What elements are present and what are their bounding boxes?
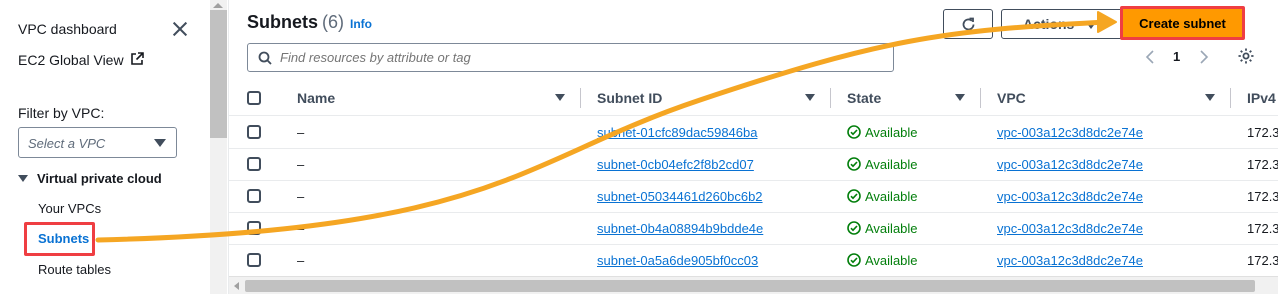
cell-ipv4: 172.3: [1247, 157, 1278, 172]
chevron-left-icon[interactable]: [1144, 49, 1156, 65]
state-label: Available: [865, 125, 918, 140]
cell-state: Available: [847, 125, 918, 140]
close-icon[interactable]: [172, 21, 188, 37]
main-panel: Subnets(6) Info Actions Create subnet 1 …: [228, 0, 1278, 294]
cell-state: Available: [847, 157, 918, 172]
cell-name: –: [297, 221, 305, 236]
vpc-select-placeholder: Select a VPC: [28, 136, 106, 151]
column-header-subnet-id[interactable]: Subnet ID: [597, 90, 662, 106]
column-header-ipv4[interactable]: IPv4: [1247, 90, 1276, 106]
sort-caret-icon[interactable]: [955, 94, 965, 101]
scroll-up-arrow-icon[interactable]: [213, 3, 223, 8]
check-circle-icon: [847, 157, 861, 171]
chevron-right-icon[interactable]: [1198, 49, 1210, 65]
horizontal-scrollbar[interactable]: [229, 276, 1278, 294]
caret-down-icon: [1085, 21, 1097, 29]
table-row[interactable]: – subnet-0b4a08894b9bdde4e Available vpc-00…: [229, 213, 1278, 245]
cell-subnet-id-link[interactable]: subnet-0a5a6de905bf0cc03: [597, 253, 758, 268]
ec2-global-view-link[interactable]: EC2 Global View: [18, 52, 144, 68]
sort-caret-icon[interactable]: [805, 94, 815, 101]
cell-subnet-id-link[interactable]: subnet-05034461d260bc6b2: [597, 189, 763, 204]
current-page-number[interactable]: 1: [1173, 49, 1180, 64]
cell-vpc-link[interactable]: vpc-003a12c3d8dc2e74e: [997, 157, 1143, 172]
sidebar-item-your-vpcs[interactable]: Your VPCs: [38, 201, 101, 216]
cell-name: –: [297, 157, 305, 172]
row-checkbox[interactable]: [247, 253, 261, 267]
vpc-select[interactable]: Select a VPC: [18, 127, 177, 158]
info-link[interactable]: Info: [350, 17, 372, 31]
cell-ipv4: 172.3: [1247, 253, 1278, 268]
subnet-count: (6): [322, 12, 345, 32]
virtual-private-cloud-section[interactable]: Virtual private cloud: [37, 171, 162, 186]
sidebar: VPC dashboard EC2 Global View Filter by …: [0, 0, 210, 294]
cell-name: –: [297, 189, 305, 204]
gear-icon[interactable]: [1237, 47, 1255, 65]
check-circle-icon: [847, 189, 861, 203]
column-header-name[interactable]: Name: [297, 90, 335, 106]
sort-caret-icon[interactable]: [555, 94, 565, 101]
column-divider[interactable]: [980, 88, 981, 108]
search-input[interactable]: [280, 44, 880, 71]
check-circle-icon: [847, 253, 861, 267]
table-row[interactable]: – subnet-0a5a6de905bf0cc03 Available vpc-00…: [229, 245, 1278, 277]
table-row[interactable]: – subnet-0cb04efc2f8b2cd07 Available vpc-00…: [229, 149, 1278, 181]
create-subnet-button[interactable]: Create subnet: [1120, 6, 1245, 40]
cell-ipv4: 172.3: [1247, 221, 1278, 236]
refresh-icon: [962, 17, 975, 31]
column-header-state[interactable]: State: [847, 90, 881, 106]
check-circle-icon: [847, 125, 861, 139]
sidebar-item-route-tables[interactable]: Route tables: [38, 262, 111, 277]
table-row[interactable]: – subnet-01cfc89dac59846ba Available vpc-00…: [229, 117, 1278, 149]
caret-down-icon[interactable]: [18, 175, 28, 182]
cell-vpc-link[interactable]: vpc-003a12c3d8dc2e74e: [997, 125, 1143, 140]
ec2-global-view-label: EC2 Global View: [18, 52, 124, 68]
cell-state: Available: [847, 189, 918, 204]
row-checkbox[interactable]: [247, 189, 261, 203]
refresh-button[interactable]: [943, 9, 993, 39]
cell-subnet-id-link[interactable]: subnet-01cfc89dac59846ba: [597, 125, 757, 140]
page-title: Subnets (6): [247, 12, 344, 33]
search-icon: [258, 51, 272, 65]
cell-ipv4: 172.3: [1247, 189, 1278, 204]
column-divider[interactable]: [830, 88, 831, 108]
row-checkbox[interactable]: [247, 221, 261, 235]
table-header: Name Subnet ID State VPC IPv4: [229, 80, 1278, 116]
cell-state: Available: [847, 221, 918, 236]
column-divider[interactable]: [1230, 88, 1231, 108]
select-all-checkbox[interactable]: [247, 91, 261, 105]
check-circle-icon: [847, 221, 861, 235]
search-bar[interactable]: [247, 43, 894, 72]
subnets-highlight-box: [24, 222, 95, 256]
sidebar-scrollbar-thumb[interactable]: [210, 10, 227, 138]
cell-state: Available: [847, 253, 918, 268]
cell-name: –: [297, 253, 305, 268]
actions-label: Actions: [1023, 16, 1075, 32]
state-label: Available: [865, 221, 918, 236]
state-label: Available: [865, 253, 918, 268]
cell-subnet-id-link[interactable]: subnet-0cb04efc2f8b2cd07: [597, 157, 754, 172]
caret-down-icon: [154, 139, 166, 147]
page-title-text: Subnets: [247, 12, 319, 32]
create-subnet-label: Create subnet: [1139, 16, 1226, 31]
cell-name: –: [297, 125, 305, 140]
column-header-vpc[interactable]: VPC: [997, 90, 1026, 106]
cell-vpc-link[interactable]: vpc-003a12c3d8dc2e74e: [997, 189, 1143, 204]
cell-vpc-link[interactable]: vpc-003a12c3d8dc2e74e: [997, 253, 1143, 268]
scroll-left-arrow-icon[interactable]: [233, 282, 241, 290]
state-label: Available: [865, 157, 918, 172]
row-checkbox[interactable]: [247, 157, 261, 171]
column-divider[interactable]: [580, 88, 581, 108]
external-link-icon: [130, 52, 144, 65]
cell-subnet-id-link[interactable]: subnet-0b4a08894b9bdde4e: [597, 221, 763, 236]
sort-caret-icon[interactable]: [1205, 94, 1215, 101]
filter-by-vpc-label: Filter by VPC:: [18, 105, 105, 121]
cell-vpc-link[interactable]: vpc-003a12c3d8dc2e74e: [997, 221, 1143, 236]
row-checkbox[interactable]: [247, 125, 261, 139]
vpc-dashboard-link[interactable]: VPC dashboard: [18, 21, 117, 37]
state-label: Available: [865, 189, 918, 204]
horizontal-scrollbar-thumb[interactable]: [245, 280, 1255, 292]
table-row[interactable]: – subnet-05034461d260bc6b2 Available vpc-00…: [229, 181, 1278, 213]
cell-ipv4: 172.3: [1247, 125, 1278, 140]
actions-button[interactable]: Actions: [1001, 9, 1131, 39]
